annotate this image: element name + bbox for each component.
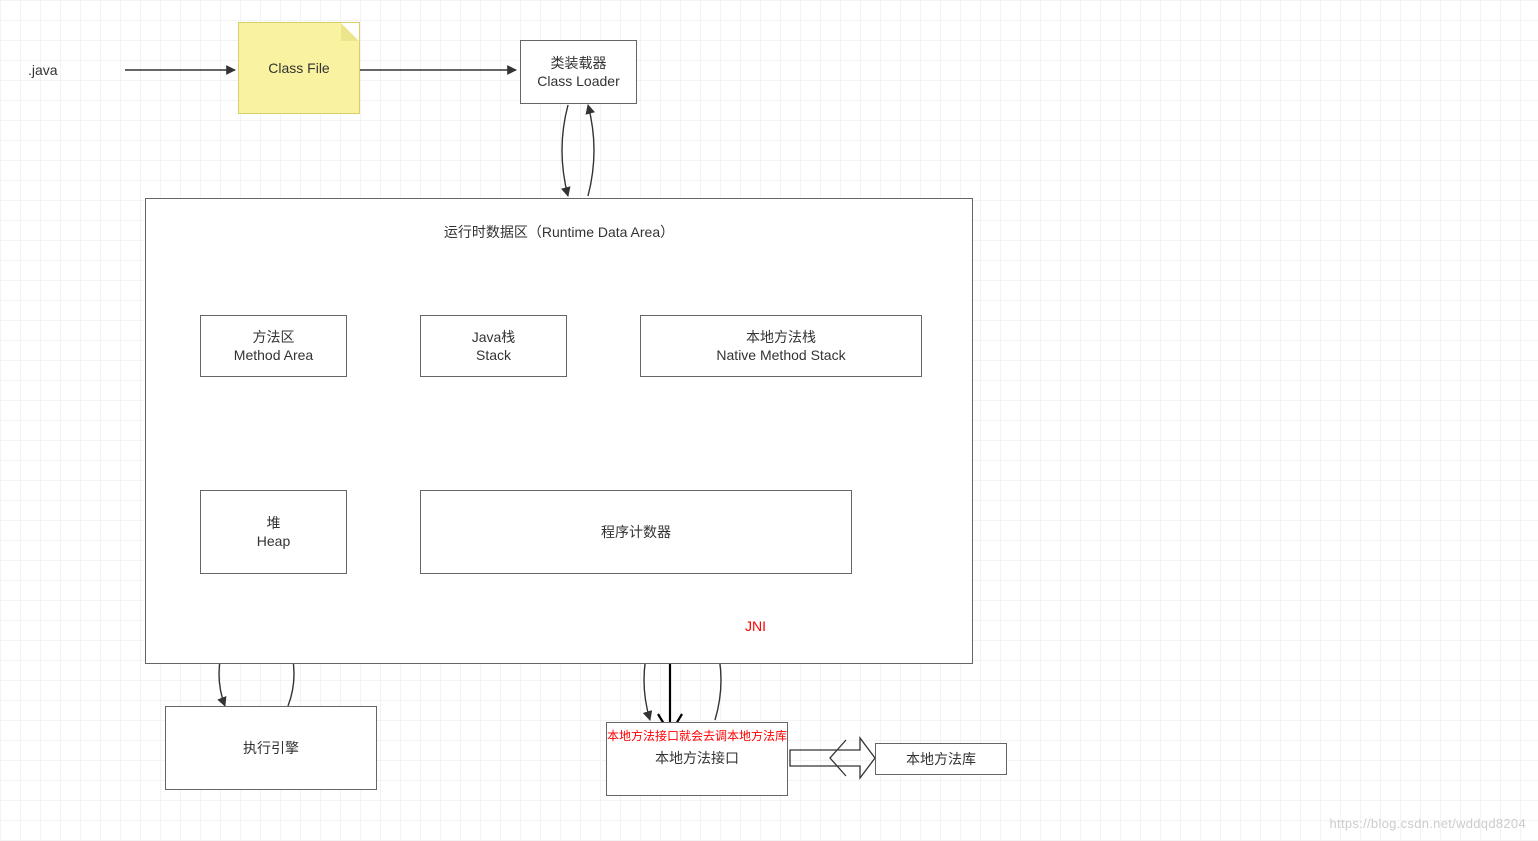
java-stack-box: Java栈 Stack: [420, 315, 567, 377]
jni-label: JNI: [745, 618, 766, 634]
heap-label-cn: 堆: [267, 514, 281, 532]
java-stack-label-en: Stack: [476, 346, 511, 364]
method-area-label-cn: 方法区: [253, 328, 295, 346]
native-method-stack-label-cn: 本地方法栈: [746, 328, 816, 346]
class-loader-label-en: Class Loader: [537, 72, 620, 90]
native-interface-call-label: 本地方法接口就会去调本地方法库: [607, 729, 787, 745]
method-area-label-en: Method Area: [234, 346, 313, 364]
java-source-label: .java: [28, 62, 58, 78]
native-interface-label: 本地方法接口: [655, 749, 739, 767]
heap-label-en: Heap: [257, 532, 290, 550]
watermark-text: https://blog.csdn.net/wddqd8204: [1330, 816, 1527, 831]
native-method-stack-box: 本地方法栈 Native Method Stack: [640, 315, 922, 377]
pc-register-box: 程序计数器: [420, 490, 852, 574]
method-area-box: 方法区 Method Area: [200, 315, 347, 377]
execution-engine-box: 执行引擎: [165, 706, 377, 790]
class-loader-box: 类装载器 Class Loader: [520, 40, 637, 104]
native-library-label: 本地方法库: [906, 750, 976, 768]
runtime-data-area-title: 运行时数据区（Runtime Data Area）: [444, 223, 674, 241]
class-loader-label-cn: 类装载器: [551, 54, 607, 72]
class-file-note: Class File: [238, 22, 360, 114]
native-method-stack-label-en: Native Method Stack: [716, 346, 845, 364]
execution-engine-label: 执行引擎: [243, 739, 299, 757]
java-stack-label-cn: Java栈: [472, 328, 516, 346]
pc-register-label: 程序计数器: [601, 523, 671, 541]
runtime-data-area-box: 运行时数据区（Runtime Data Area）: [145, 198, 973, 664]
native-library-box: 本地方法库: [875, 743, 1007, 775]
heap-box: 堆 Heap: [200, 490, 347, 574]
class-file-label: Class File: [268, 60, 329, 76]
native-interface-box: 本地方法接口就会去调本地方法库 本地方法接口: [606, 722, 788, 796]
